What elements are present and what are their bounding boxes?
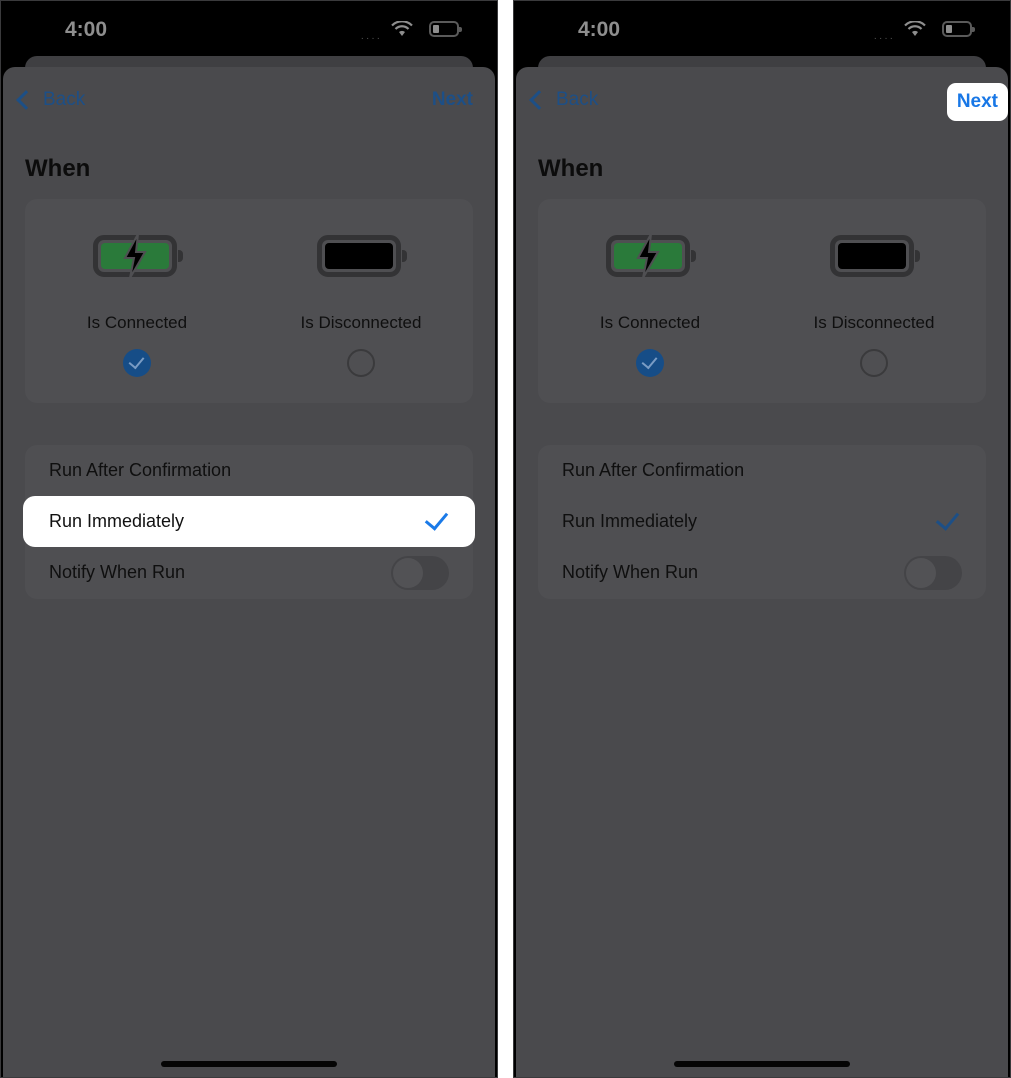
notify-when-run-row: Notify When Run (538, 547, 986, 598)
next-button[interactable]: Next (946, 83, 1008, 121)
home-indicator[interactable] (674, 1061, 850, 1067)
status-bar: 4:00 ···· (514, 1, 1010, 61)
cellular-signal-icon: ···· (360, 33, 382, 44)
back-label: Back (43, 89, 86, 110)
chevron-left-icon (16, 90, 36, 110)
nav-bar: Back Next (3, 85, 495, 119)
option-label: Is Connected (599, 313, 701, 332)
status-battery-icon (942, 21, 975, 37)
run-options-list: Run After Confirmation Run Immediately N… (538, 445, 986, 599)
run-immediately-row[interactable]: Run Immediately (23, 496, 475, 547)
row-label: Run After Confirmation (562, 460, 745, 480)
option-label: Is Connected (86, 313, 188, 332)
status-battery-icon (429, 21, 462, 37)
row-label: Run After Confirmation (49, 460, 232, 480)
back-label: Back (556, 89, 599, 110)
trigger-options-card: Is Connected Is Disconnected (25, 199, 473, 403)
run-after-confirmation-row[interactable]: Run After Confirmation (25, 445, 473, 496)
status-bar: 4:00 ···· (1, 1, 497, 61)
notify-toggle[interactable] (391, 555, 449, 590)
option-label: Is Disconnected (813, 313, 935, 332)
back-button[interactable]: Back (15, 89, 85, 111)
notify-when-run-row: Notify When Run (25, 547, 473, 598)
option-label: Is Disconnected (300, 313, 422, 332)
section-title: When (538, 155, 604, 182)
radio-unselected[interactable] (347, 349, 375, 377)
row-label: Notify When Run (49, 562, 186, 582)
wifi-icon (391, 21, 413, 36)
battery-full-icon (830, 235, 920, 277)
nav-bar: Back Next (516, 83, 1008, 121)
automation-sheet: Back Next When Is Connected Is Disconnec… (516, 67, 1008, 1077)
home-indicator[interactable] (161, 1061, 337, 1067)
notify-toggle[interactable] (904, 555, 962, 590)
battery-charging-icon (606, 233, 696, 279)
status-time: 4:00 (578, 18, 621, 41)
row-label: Run Immediately (562, 511, 698, 531)
run-after-confirmation-row[interactable]: Run After Confirmation (538, 445, 986, 496)
option-is-connected[interactable]: Is Connected (538, 199, 762, 403)
row-label: Notify When Run (562, 562, 699, 582)
option-is-disconnected[interactable]: Is Disconnected (249, 199, 473, 403)
next-button[interactable]: Next (432, 89, 473, 111)
option-is-disconnected[interactable]: Is Disconnected (762, 199, 986, 403)
run-options-list: Run After Confirmation Run Immediately N… (23, 445, 475, 599)
cellular-signal-icon: ···· (873, 33, 895, 44)
section-title: When (25, 155, 91, 182)
back-button[interactable]: Back (528, 89, 598, 111)
run-immediately-row[interactable]: Run Immediately (538, 496, 986, 547)
radio-selected[interactable] (123, 349, 151, 377)
trigger-options-card: Is Connected Is Disconnected (538, 199, 986, 403)
phone-screen-right: 4:00 ···· Back Next When Is Connected Is… (513, 0, 1011, 1078)
phone-screen-left: 4:00 ···· Back Next When Is Connected Is… (0, 0, 498, 1078)
battery-charging-icon (93, 233, 183, 279)
radio-selected[interactable] (636, 349, 664, 377)
wifi-icon (904, 21, 926, 36)
automation-sheet: Back Next When Is Connected Is Disconnec… (3, 67, 495, 1077)
status-time: 4:00 (65, 18, 108, 41)
option-is-connected[interactable]: Is Connected (25, 199, 249, 403)
chevron-left-icon (529, 90, 549, 110)
battery-full-icon (317, 235, 407, 277)
radio-unselected[interactable] (860, 349, 888, 377)
row-label: Run Immediately (49, 511, 185, 531)
